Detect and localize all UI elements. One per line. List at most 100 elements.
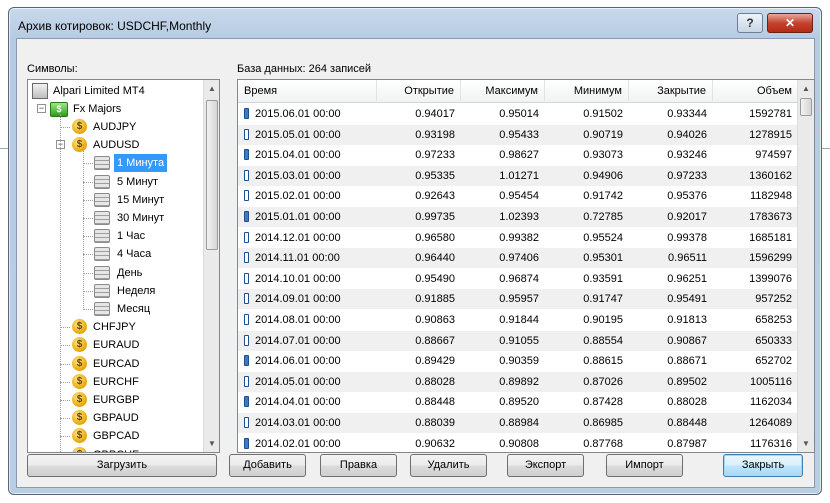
tree-symbol-item[interactable]: $ EURCAD [70,355,142,373]
column-header-volume[interactable]: Объем [713,80,798,103]
candle-icon [244,334,249,346]
table-scroll-thumb[interactable] [800,98,812,116]
tree-symbol-item[interactable]: $ AUDUSD [70,136,142,154]
symbol-coin-icon: $ [72,137,87,152]
close-button[interactable]: Закрыть [723,454,803,477]
cell-low: 0.94906 [583,169,623,182]
column-header-open[interactable]: Открытие [377,80,461,103]
scroll-down-icon[interactable]: ▼ [204,435,219,452]
tree-scroll-thumb[interactable] [206,100,218,250]
window-title: Архив котировок: USDCHF,Monthly [18,19,212,33]
table-row[interactable]: 2015.01.01 00:00 0.99735 1.02393 0.72785 0.9… [238,207,798,227]
candle-icon [244,211,249,222]
tree-connector [83,218,93,219]
table-row[interactable]: 2015.06.01 00:00 0.94017 0.95014 0.91502 0.9… [238,104,798,124]
tree-root-server[interactable]: Alpari Limited MT4 [32,82,148,100]
tree-symbol-item[interactable]: $ EURCHF [70,373,142,391]
tree-group-fx-majors[interactable]: $ Fx Majors [50,100,124,118]
tree-group-collapse-toggle[interactable]: − [37,104,46,113]
tree-connector [60,114,61,452]
table-row[interactable]: 2015.03.01 00:00 0.95335 1.01271 0.94906 0.9… [238,165,798,186]
table-row[interactable]: 2014.05.01 00:00 0.88028 0.89892 0.87026 0.8… [238,371,798,392]
cell-time-text: 2014.06.01 00:00 [255,355,341,368]
table-row[interactable]: 2014.07.01 00:00 0.88667 0.91055 0.88554 0.9… [238,330,798,351]
tree-period-item[interactable]: 15 Минут [94,191,167,209]
title-bar[interactable]: Архив котировок: USDCHF,Monthly ? ✕ [9,8,821,38]
table-row[interactable]: 2014.12.01 00:00 0.96580 0.99382 0.95524 0.9… [238,228,798,248]
cell-open: 0.88028 [415,375,455,388]
tree-period-item[interactable]: 4 Часа [94,245,154,263]
tree-period-item[interactable]: Неделя [94,282,158,300]
cell-close: 0.88028 [667,396,707,409]
column-header-time[interactable]: Время [238,80,377,103]
tree-symbol-item[interactable]: $ EURAUD [70,336,142,354]
tree-period-item[interactable]: 1 Час [94,227,148,245]
cell-volume: 957252 [755,293,792,306]
column-header-low[interactable]: Минимум [545,80,629,103]
cell-volume: 650333 [755,334,792,347]
table-row[interactable]: 2014.04.01 00:00 0.88448 0.89520 0.87428 0.8… [238,392,798,412]
table-row[interactable]: 2014.08.01 00:00 0.90863 0.91844 0.90195 0.9… [238,310,798,330]
window-close-button[interactable]: ✕ [767,13,813,33]
tree-period-item[interactable]: 5 Минут [94,173,161,191]
column-header-high[interactable]: Максимум [461,80,545,103]
tree-symbol-item[interactable]: $ CHFJPY [70,318,139,336]
quotes-table[interactable]: Время Открытие Максимум Минимум Закрытие… [237,79,815,453]
cell-low: 0.72785 [583,211,623,223]
tree-symbol-item[interactable]: $GBPCHF [70,446,142,452]
tree-scrollbar[interactable]: ▲ ▼ [203,80,219,452]
cell-high: 0.98627 [499,149,539,162]
cell-open: 0.96440 [415,252,455,265]
table-row[interactable]: 2015.04.01 00:00 0.97233 0.98627 0.93073 0.9… [238,145,798,165]
tree-period-item[interactable]: Месяц [94,300,153,318]
symbols-tree[interactable]: Alpari Limited MT4 − $ Fx Majors $ AUDJPY… [27,79,220,453]
cell-time-text: 2014.08.01 00:00 [255,314,341,326]
tree-symbol-item[interactable]: $ GBPCAD [70,427,142,445]
cell-open: 0.93198 [415,128,455,141]
candle-icon [244,272,249,284]
backdrop-line [822,148,830,149]
tree-period-item[interactable]: 30 Минут [94,209,167,227]
cell-close: 0.88448 [667,417,707,429]
tree-period-item[interactable]: 1 Минута [94,154,168,172]
table-row[interactable]: 2014.11.01 00:00 0.96440 0.97406 0.95301 0.9… [238,248,798,269]
cell-time: 2014.02.01 00:00 [238,434,377,452]
add-button[interactable]: Добавить [229,454,306,477]
cell-low: 0.87428 [583,396,623,409]
table-scrollbar[interactable]: ▲ ▼ [797,80,814,452]
cell-volume: 658253 [755,314,792,326]
table-row[interactable]: 2014.06.01 00:00 0.89429 0.90359 0.88615 0.8… [238,351,798,371]
tree-symbol-item[interactable]: $ AUDJPY [70,118,139,136]
scroll-up-icon[interactable]: ▲ [204,80,219,97]
tree-connector [60,400,70,401]
help-button[interactable]: ? [737,13,763,33]
cell-volume: 1592781 [749,108,792,120]
cell-time-text: 2014.12.01 00:00 [255,231,341,244]
cell-low: 0.93591 [583,272,623,285]
table-row[interactable]: 2014.09.01 00:00 0.91885 0.95957 0.91747 0.9… [238,289,798,310]
load-button[interactable]: Загрузить [27,454,217,477]
column-header-close[interactable]: Закрытие [629,80,713,103]
tree-period-item[interactable]: День [94,264,145,282]
cell-close: 0.87987 [667,437,707,450]
tree-symbol-label: EURAUD [93,339,140,351]
table-row[interactable]: 2014.02.01 00:00 0.90632 0.90808 0.87768 0.8… [238,434,798,452]
table-row[interactable]: 2015.02.01 00:00 0.92643 0.95454 0.91742 0.9… [238,186,798,206]
scroll-down-icon[interactable]: ▼ [798,435,814,452]
cell-open: 0.88039 [415,417,455,429]
import-button[interactable]: Импорт [606,454,683,477]
scroll-up-icon[interactable]: ▲ [798,80,814,97]
edit-button[interactable]: Правка [320,454,397,477]
cell-time: 2015.06.01 00:00 [238,104,377,124]
symbol-coin-icon: $ [72,374,87,389]
tree-period-label: 1 Час [117,230,146,242]
table-row[interactable]: 2014.10.01 00:00 0.95490 0.96874 0.93591 0.9… [238,269,798,289]
cell-volume: 974597 [755,149,792,162]
table-row[interactable]: 2015.05.01 00:00 0.93198 0.95433 0.90719 0.9… [238,124,798,145]
table-row[interactable]: 2014.03.01 00:00 0.88039 0.88984 0.86985 0.8… [238,413,798,433]
tree-symbol-item[interactable]: $ GBPAUD [70,409,142,427]
export-button[interactable]: Экспорт [507,454,584,477]
tree-symbol-item[interactable]: $ EURGBP [70,391,142,409]
delete-button[interactable]: Удалить [410,454,487,477]
cell-close: 0.95376 [667,190,707,203]
